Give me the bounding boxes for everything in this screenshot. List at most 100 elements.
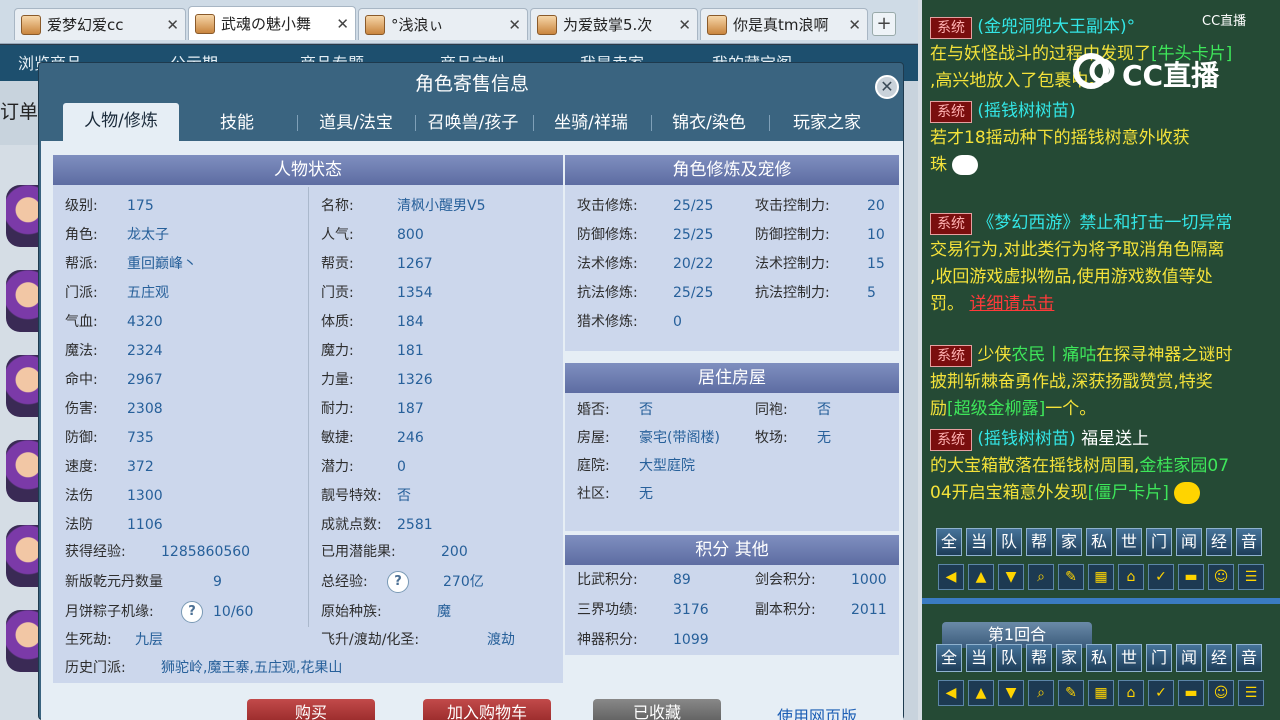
broom-icon[interactable]: ✓ [1148, 680, 1174, 706]
avatar-favicon-icon [365, 14, 385, 35]
list-icon[interactable]: ☰ [1238, 680, 1264, 706]
help-icon[interactable]: ? [181, 601, 203, 623]
chat-channel-button[interactable]: 队 [996, 528, 1022, 556]
browser-tab-5[interactable]: 你是真tm浪啊 ✕ [700, 8, 868, 40]
game-chat-panel: CC直播 系统 (金兜洞兜大王副本)° 在与妖怪战斗的过程中发现了[牛头卡片] … [918, 0, 1280, 720]
stat-value: 重回巅峰丶 [127, 256, 197, 272]
tab-items-treasures[interactable]: 道具/法宝 [298, 105, 414, 141]
add-to-cart-button[interactable]: 加入购物车 [423, 699, 551, 720]
tab-summons-children[interactable]: 召唤兽/孩子 [415, 105, 531, 141]
tab-close-icon[interactable]: ✕ [336, 15, 349, 33]
down-arrow-icon[interactable]: ▼ [998, 564, 1024, 590]
browser-tab-4[interactable]: 为爱鼓掌5.次 ✕ [530, 8, 698, 40]
chat-channel-button[interactable]: 经 [1206, 644, 1232, 672]
chat-channel-button[interactable]: 门 [1146, 644, 1172, 672]
chat-channel-button[interactable]: 家 [1056, 644, 1082, 672]
speech-icon[interactable]: ☺ [1208, 680, 1234, 706]
chat-item-link[interactable]: [超级金柳露] [947, 399, 1045, 419]
chat-channel-button[interactable]: 私 [1086, 644, 1112, 672]
chat-channel-button[interactable]: 门 [1146, 528, 1172, 556]
new-tab-button[interactable]: + [872, 12, 896, 36]
details-link[interactable]: 详细请点击 [969, 294, 1054, 314]
tab-character-cultivation[interactable]: 人物/修炼 [63, 103, 179, 141]
chat-channel-button[interactable]: 闻 [1176, 528, 1202, 556]
magnifier-icon[interactable]: ⌕ [1028, 680, 1054, 706]
folder-icon[interactable]: ▬ [1178, 564, 1204, 590]
chat-channel-button[interactable]: 家 [1056, 528, 1082, 556]
broom-icon[interactable]: ✓ [1148, 564, 1174, 590]
chat-channel-button[interactable]: 世 [1116, 528, 1142, 556]
browser-tab-strip: 爱梦幻爱cc ✕ 武魂の魅小舞 ✕ °浅浪ぃ ✕ 为爱鼓掌5.次 ✕ 你是真tm… [0, 0, 918, 44]
magnifier-icon[interactable]: ⌕ [1028, 564, 1054, 590]
player-name-link[interactable]: 农民丨痛咕 [1011, 345, 1096, 365]
left-arrow-icon[interactable]: ◀ [938, 564, 964, 590]
stat-label: 法术修炼: [577, 256, 638, 272]
stat-label: 比武积分: [577, 572, 638, 588]
up-arrow-icon[interactable]: ▲ [968, 564, 994, 590]
list-icon[interactable]: ☰ [1238, 564, 1264, 590]
stat-label: 角色: [65, 227, 98, 243]
tab-close-icon[interactable]: ✕ [678, 16, 691, 34]
chat-channel-button[interactable]: 闻 [1176, 644, 1202, 672]
chat-channel-button[interactable]: 全 [936, 528, 962, 556]
tab-player-home[interactable]: 玩家之家 [769, 105, 885, 141]
tab-outfits-dye[interactable]: 锦衣/染色 [651, 105, 767, 141]
chat-channel-button[interactable]: 帮 [1026, 644, 1052, 672]
tab-close-icon[interactable]: ✕ [508, 16, 521, 34]
folder-icon[interactable]: ▬ [1178, 680, 1204, 706]
up-arrow-icon[interactable]: ▲ [968, 680, 994, 706]
lock-icon[interactable]: ⌂ [1118, 564, 1144, 590]
buy-button[interactable]: 购买 [247, 699, 375, 720]
browser-tab-3[interactable]: °浅浪ぃ ✕ [358, 8, 528, 40]
chat-channel-button[interactable]: 音 [1236, 644, 1262, 672]
order-label: 订单 [0, 101, 39, 123]
cc-logo-text: CC直播 [1122, 59, 1220, 92]
chat-channel-button[interactable]: 音 [1236, 528, 1262, 556]
stat-total-exp: 总经验: ? 270亿 [321, 569, 484, 595]
grid-icon[interactable]: ▦ [1088, 564, 1114, 590]
speech-icon[interactable]: ☺ [1208, 564, 1234, 590]
use-web-version-link[interactable]: 使用网页版 [777, 703, 857, 720]
chat-message: 系统 少侠农民丨痛咕在探寻神器之谜时 披荆斩棘奋勇作战,深获扬戬赞赏,特奖 励[… [930, 342, 1280, 423]
chat-channel-button[interactable]: 全 [936, 644, 962, 672]
chat-item-link[interactable]: [僵尸卡片] [1088, 483, 1169, 503]
stat-label: 成就点数: [321, 517, 382, 533]
chat-channel-button[interactable]: 私 [1086, 528, 1112, 556]
stat-value: 200 [441, 544, 468, 560]
stat-value: 否 [817, 402, 831, 418]
chat-location-link[interactable]: 金桂家园07 [1139, 456, 1229, 476]
down-arrow-icon[interactable]: ▼ [998, 680, 1024, 706]
chat-channel-button[interactable]: 帮 [1026, 528, 1052, 556]
saved-button[interactable]: 已收藏 [593, 699, 721, 720]
tab-close-icon[interactable]: ✕ [166, 16, 179, 34]
tab-mounts[interactable]: 坐骑/祥瑞 [533, 105, 649, 141]
browser-tab-title: 你是真tm浪啊 [733, 16, 829, 34]
panel-header: 积分 其他 [565, 535, 899, 565]
chat-channel-button[interactable]: 世 [1116, 644, 1142, 672]
browser-tab-2[interactable]: 武魂の魅小舞 ✕ [188, 6, 356, 40]
chat-message: 系统 《梦幻西游》禁止和打击一切异常 交易行为,对此类行为将予取消角色隔离 ,收… [930, 210, 1280, 318]
chat-channel-button[interactable]: 当 [966, 528, 992, 556]
chat-text: (摇钱树树苗) [977, 101, 1076, 121]
grid-icon[interactable]: ▦ [1088, 680, 1114, 706]
left-arrow-icon[interactable]: ◀ [938, 680, 964, 706]
chat-channel-button[interactable]: 队 [996, 644, 1022, 672]
browser-tab-1[interactable]: 爱梦幻爱cc ✕ [14, 8, 186, 40]
stat-label: 气血: [65, 314, 98, 330]
stat-row: 魔力: 181 [321, 338, 424, 364]
system-tag: 系统 [930, 213, 972, 235]
close-button[interactable]: ✕ [875, 75, 899, 99]
chat-channel-button[interactable]: 当 [966, 644, 992, 672]
tab-close-icon[interactable]: ✕ [848, 16, 861, 34]
note-icon[interactable]: ✎ [1058, 680, 1084, 706]
note-icon[interactable]: ✎ [1058, 564, 1084, 590]
chat-message: 系统 (摇钱树树苗) 福星送上 的大宝箱散落在摇钱树周围,金桂家园07 04开启… [930, 426, 1280, 507]
chat-channel-button[interactable]: 经 [1206, 528, 1232, 556]
tab-skills[interactable]: 技能 [179, 105, 295, 141]
stat-label: 命中: [65, 372, 98, 388]
help-icon[interactable]: ? [387, 571, 409, 593]
chat-text: 《梦幻西游》禁止和打击一切异常 [977, 213, 1233, 233]
lock-icon[interactable]: ⌂ [1118, 680, 1144, 706]
chat-splitter[interactable] [922, 598, 1280, 604]
stat-label: 速度: [65, 459, 98, 475]
